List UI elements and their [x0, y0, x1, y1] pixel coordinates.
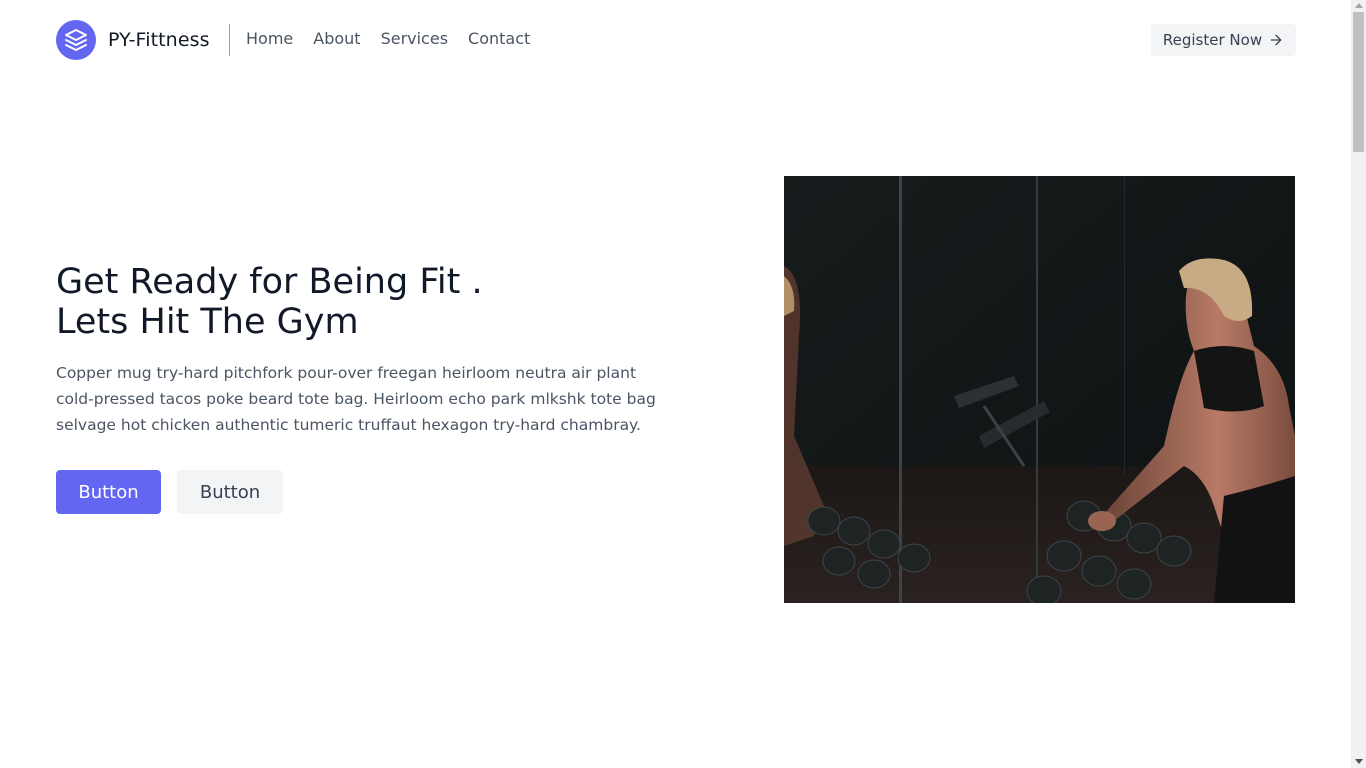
scroll-up-arrow-icon[interactable] — [1355, 3, 1363, 8]
nav-about[interactable]: About — [313, 29, 360, 48]
hero-title-line1: Get Ready for Being Fit . — [56, 262, 483, 302]
scroll-thumb[interactable] — [1353, 12, 1364, 152]
primary-button[interactable]: Button — [56, 470, 161, 514]
page: PY-Fittness Home About Services Contact … — [0, 0, 1366, 768]
hero-description: Copper mug try-hard pitchfork pour-over … — [56, 364, 656, 434]
gym-photo — [784, 176, 1295, 603]
brand-name: PY-Fittness — [108, 29, 210, 51]
stack-layers-icon — [56, 20, 96, 60]
secondary-button[interactable]: Button — [177, 470, 283, 514]
vertical-scrollbar[interactable] — [1351, 0, 1366, 768]
scroll-down-arrow-icon[interactable] — [1355, 759, 1363, 764]
register-now-button[interactable]: Register Now — [1151, 24, 1296, 56]
logo[interactable]: PY-Fittness — [56, 20, 210, 60]
hero-title-line2: Lets Hit The Gym — [56, 302, 359, 342]
header-divider — [229, 24, 230, 56]
nav-home[interactable]: Home — [246, 29, 293, 48]
main-nav: Home About Services Contact — [246, 29, 530, 48]
hero-title: Get Ready for Being Fit . Lets Hit The G… — [56, 262, 483, 342]
register-now-label: Register Now — [1162, 31, 1263, 49]
site-header: PY-Fittness Home About Services Contact … — [0, 0, 1351, 80]
nav-services[interactable]: Services — [381, 29, 448, 48]
arrow-right-icon — [1270, 34, 1282, 46]
hero-image — [784, 176, 1295, 603]
nav-contact[interactable]: Contact — [468, 29, 530, 48]
